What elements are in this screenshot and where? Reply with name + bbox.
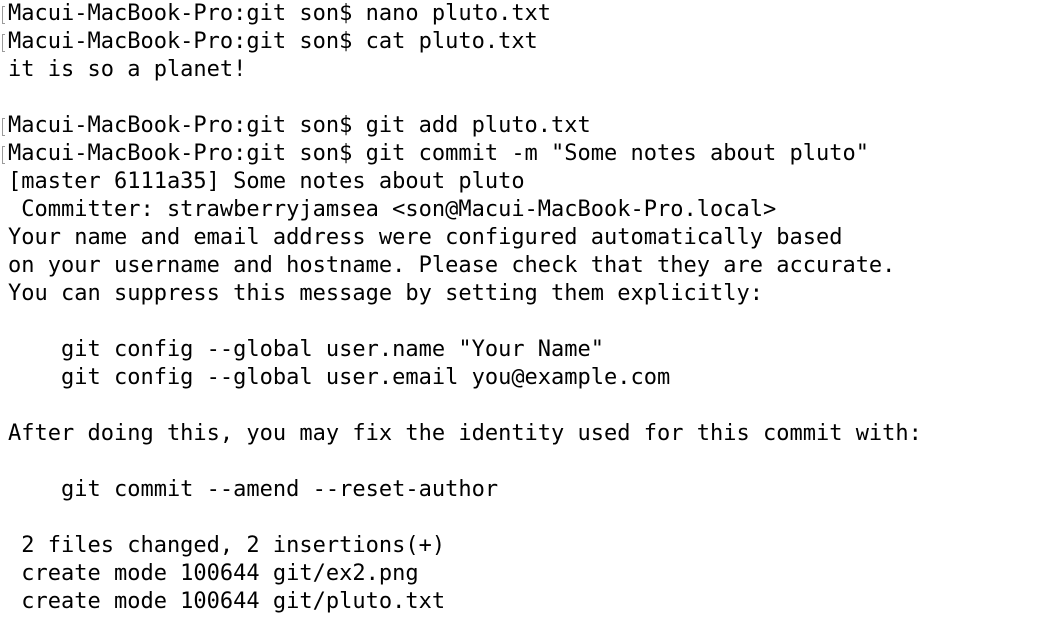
prompt-marker-icon [2,146,5,164]
terminal-line-output: git config --global user.email you@examp… [8,364,922,392]
line-text: git config --global user.name "Your Name… [8,337,605,362]
terminal-line-prompt: Macui-MacBook-Pro:git son$ cat pluto.txt [2,28,922,56]
line-text: After doing this, you may fix the identi… [8,421,922,446]
terminal-line-output: on your username and hostname. Please ch… [8,252,922,280]
terminal-line-output: create mode 100644 git/pluto.txt [8,588,922,616]
terminal-line-output: Committer: strawberryjamsea <son@Macui-M… [8,196,922,224]
line-text: Macui-MacBook-Pro:git son$ cat pluto.txt [8,29,538,54]
line-text: create mode 100644 git/ex2.png [8,561,419,586]
terminal-line-output: Your name and email address were configu… [8,224,922,252]
line-text: Committer: strawberryjamsea <son@Macui-M… [8,197,777,222]
line-text: git commit --amend --reset-author [8,477,499,502]
terminal-line-output: After doing this, you may fix the identi… [8,420,922,448]
terminal-line-output: [master 6111a35] Some notes about pluto [8,168,922,196]
terminal-line-prompt: Macui-MacBook-Pro:git son$ nano pluto.tx… [2,0,922,28]
terminal-line-output: You can suppress this message by setting… [8,280,922,308]
line-text: 2 files changed, 2 insertions(+) [8,533,446,558]
terminal-line-output: git commit --amend --reset-author [8,476,922,504]
line-text: You can suppress this message by setting… [8,281,763,306]
terminal-output: Macui-MacBook-Pro:git son$ nano pluto.tx… [2,0,922,616]
terminal-line-output: git config --global user.name "Your Name… [8,336,922,364]
line-text: it is so a planet! [8,57,247,82]
terminal-line-prompt: Macui-MacBook-Pro:git son$ git add pluto… [2,112,922,140]
line-text: on your username and hostname. Please ch… [8,253,896,278]
terminal-line-prompt: Macui-MacBook-Pro:git son$ git commit -m… [2,140,922,168]
line-text: git config --global user.email you@examp… [8,365,671,390]
line-text: [master 6111a35] Some notes about pluto [8,169,525,194]
prompt-marker-icon [2,34,5,52]
terminal-line-output: it is so a planet! [8,56,922,84]
line-text: create mode 100644 git/pluto.txt [8,589,446,614]
terminal-line-output: 2 files changed, 2 insertions(+) [8,532,922,560]
line-text: Macui-MacBook-Pro:git son$ git add pluto… [8,113,591,138]
line-text: Macui-MacBook-Pro:git son$ git commit -m… [8,141,869,166]
line-text: Your name and email address were configu… [8,225,843,250]
prompt-marker-icon [2,6,5,24]
line-text: Macui-MacBook-Pro:git son$ nano pluto.tx… [8,1,552,26]
terminal-line-output: create mode 100644 git/ex2.png [8,560,922,588]
prompt-marker-icon [2,118,5,136]
terminal-window[interactable]: Macui-MacBook-Pro:git son$ nano pluto.tx… [0,0,1052,622]
